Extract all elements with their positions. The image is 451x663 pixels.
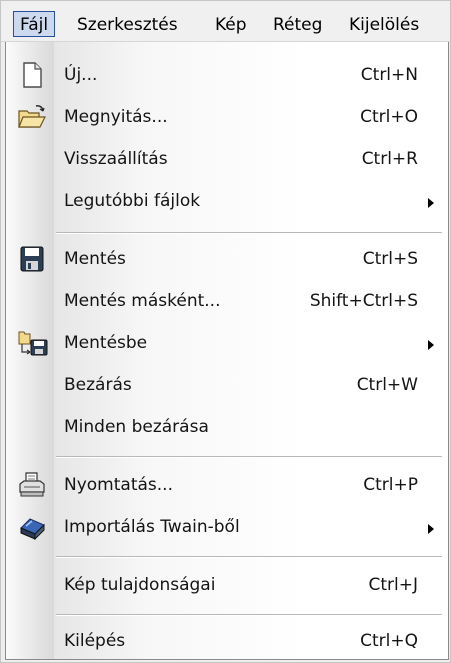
menu-item-shortcut: Ctrl+W (356, 375, 418, 395)
menu-bar: Fájl Szerkesztés Kép Réteg Kijelölés (1, 1, 450, 42)
menu-item-recent-files[interactable]: Legutóbbi fájlok (6, 182, 446, 220)
menu-item-revert[interactable]: Visszaállítás Ctrl+R (6, 140, 446, 178)
menu-item-label: Importálás Twain-ből (64, 517, 240, 537)
menu-item-shortcut: Ctrl+R (361, 149, 418, 169)
menu-item-label: Mentésbe (64, 333, 148, 353)
menu-item-shortcut: Ctrl+P (363, 475, 418, 495)
menu-item-shortcut: Shift+Ctrl+S (309, 291, 418, 311)
file-menu-dropdown: Új... Ctrl+N Megnyitás... Ctrl+O Visszaá… (5, 42, 449, 660)
menu-file[interactable]: Fájl (13, 11, 56, 37)
menu-item-print[interactable]: Nyomtatás... Ctrl+P (6, 466, 446, 504)
scanner-icon (18, 514, 46, 541)
menu-item-label: Kilépés (64, 631, 126, 651)
save-to-icon (18, 330, 48, 356)
menu-item-save[interactable]: Mentés Ctrl+S (6, 240, 446, 278)
menu-item-import-twain[interactable]: Importálás Twain-ből (6, 508, 446, 546)
menu-item-label: Visszaállítás (64, 149, 168, 169)
menu-item-label: Mentés másként... (64, 291, 221, 311)
menu-item-label: Minden bezárása (64, 417, 209, 437)
menu-item-label: Kép tulajdonságai (64, 575, 216, 595)
printer-icon (18, 472, 46, 498)
menu-item-shortcut: Ctrl+N (360, 65, 418, 85)
menu-item-label: Bezárás (64, 375, 132, 395)
submenu-arrow-icon (428, 198, 434, 208)
menu-item-label: Mentés (64, 249, 126, 269)
menu-separator (56, 614, 442, 616)
menu-item-shortcut: Ctrl+O (360, 107, 418, 127)
menu-item-label: Új... (64, 65, 98, 85)
menu-item-close[interactable]: Bezárás Ctrl+W (6, 366, 446, 404)
menu-item-label: Megnyitás... (64, 107, 168, 127)
new-document-icon (18, 62, 46, 88)
menu-item-label: Nyomtatás... (64, 475, 173, 495)
menu-item-new[interactable]: Új... Ctrl+N (6, 56, 446, 94)
menu-separator (56, 456, 442, 458)
menu-layer[interactable]: Réteg (273, 14, 322, 36)
menu-edit[interactable]: Szerkesztés (77, 14, 178, 36)
open-folder-icon (18, 104, 46, 130)
menu-item-save-to[interactable]: Mentésbe (6, 324, 446, 362)
save-floppy-icon (18, 246, 46, 272)
submenu-arrow-icon (428, 340, 434, 350)
menu-select[interactable]: Kijelölés (349, 14, 419, 36)
menu-separator (56, 232, 442, 234)
menu-item-open[interactable]: Megnyitás... Ctrl+O (6, 98, 446, 136)
menu-item-save-as[interactable]: Mentés másként... Shift+Ctrl+S (6, 282, 446, 320)
menu-image[interactable]: Kép (215, 14, 247, 36)
app-window: Fájl Szerkesztés Kép Réteg Kijelölés Új.… (0, 0, 451, 663)
menu-item-shortcut: Ctrl+Q (360, 631, 418, 651)
menu-item-shortcut: Ctrl+S (362, 249, 418, 269)
menu-item-exit[interactable]: Kilépés Ctrl+Q (6, 622, 446, 660)
menu-item-close-all[interactable]: Minden bezárása (6, 408, 446, 446)
menu-separator (56, 556, 442, 558)
submenu-arrow-icon (428, 524, 434, 534)
menu-item-image-properties[interactable]: Kép tulajdonságai Ctrl+J (6, 566, 446, 604)
menu-item-label: Legutóbbi fájlok (64, 191, 201, 211)
menu-item-shortcut: Ctrl+J (368, 575, 418, 595)
